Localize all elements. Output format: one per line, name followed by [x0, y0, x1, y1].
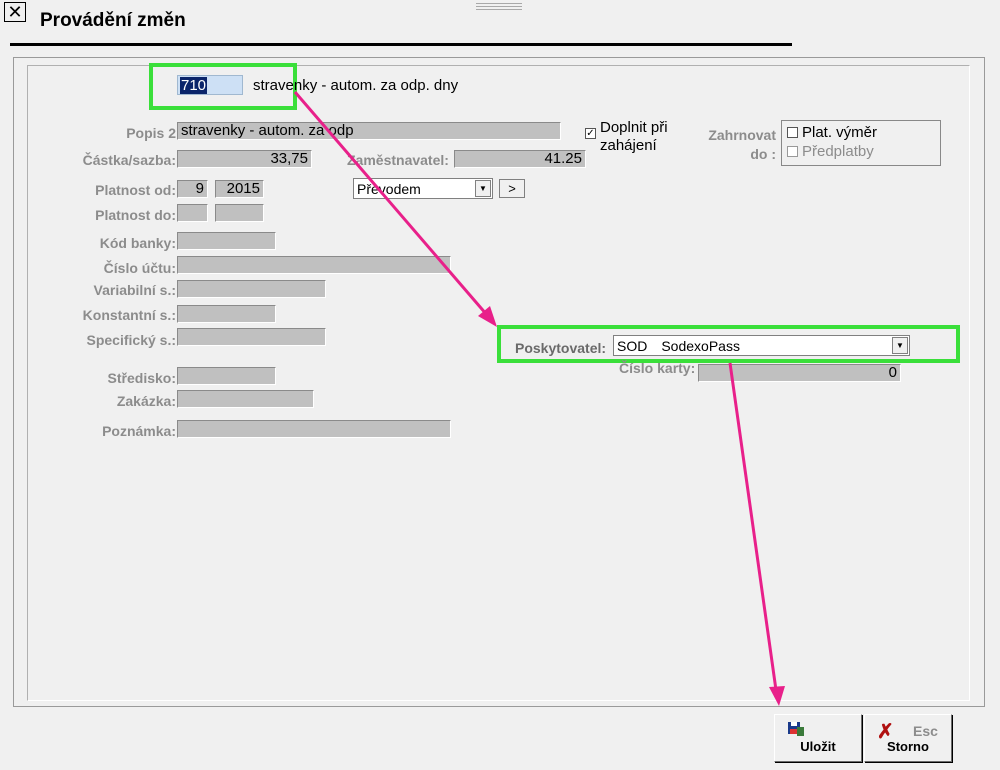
cancel-button-label: Storno — [887, 739, 929, 754]
save-icon — [788, 722, 804, 736]
annotation-arrows — [293, 91, 785, 706]
arrow-head-2 — [769, 686, 785, 706]
arrow-line-2 — [728, 362, 778, 691]
cancel-hotkey: Esc — [913, 723, 938, 739]
cancel-button[interactable]: ✗ Esc Storno — [864, 714, 952, 762]
save-button[interactable]: Uložit — [774, 714, 862, 762]
arrow-line-1 — [293, 91, 489, 316]
save-button-label: Uložit — [800, 739, 836, 754]
